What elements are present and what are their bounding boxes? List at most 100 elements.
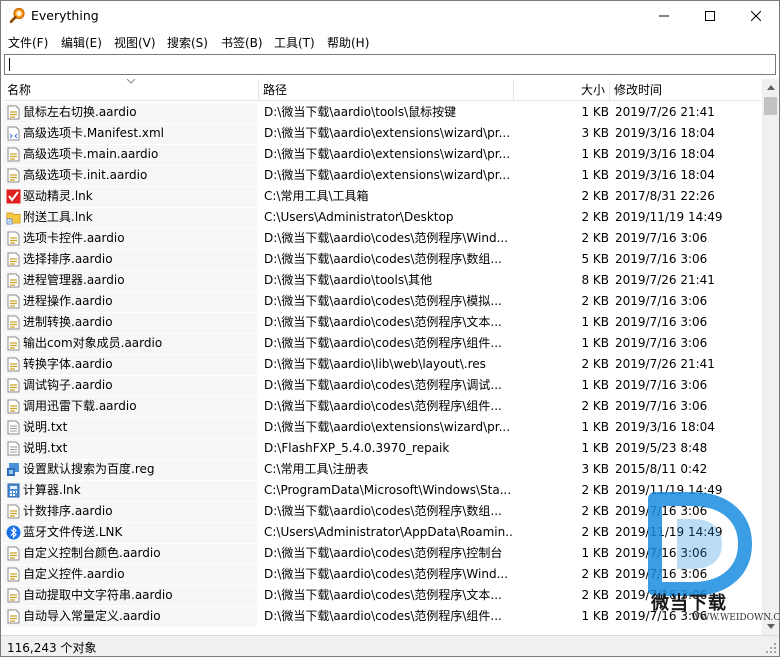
table-row[interactable]: 转换字体.aardio D:\微当下载\aardio\lib\web\layout… bbox=[3, 354, 761, 375]
bluetooth-icon bbox=[6, 525, 21, 540]
maximize-button[interactable] bbox=[687, 1, 733, 31]
script-file-icon bbox=[7, 588, 20, 603]
menu-tools[interactable]: 工具(T) bbox=[274, 34, 315, 51]
file-size: 1 KB bbox=[581, 420, 609, 434]
file-name: 进程操作.aardio bbox=[23, 294, 113, 308]
table-row[interactable]: 蓝牙文件传送.LNK C:\Users\Administrator\AppData… bbox=[3, 522, 761, 543]
file-name: 附送工具.lnk bbox=[23, 210, 93, 224]
column-header: 名称 路径 大小 修改时间 bbox=[3, 79, 761, 101]
file-size: 2 KB bbox=[581, 504, 609, 518]
table-row[interactable]: 计算器.lnk C:\ProgramData\Microsoft\Windows\… bbox=[3, 480, 761, 501]
table-row[interactable]: 自动导入常量定义.aardio D:\微当下载\aardio\codes\范例程序… bbox=[3, 606, 761, 627]
table-row[interactable]: 进制转换.aardio D:\微当下载\aardio\codes\范例程序\文本.… bbox=[3, 312, 761, 333]
menu-bar: 文件(F) 编辑(E) 视图(V) 搜索(S) 书签(B) 工具(T) 帮助(H… bbox=[1, 31, 779, 52]
table-row[interactable]: 选择排序.aardio D:\微当下载\aardio\codes\范例程序\数组.… bbox=[3, 249, 761, 270]
file-path: D:\微当下载\aardio\codes\范例程序\Wind... bbox=[264, 567, 509, 581]
file-path: D:\微当下载\aardio\codes\范例程序\Wind... bbox=[264, 231, 509, 245]
table-row[interactable]: 说明.txt D:\微当下载\aardio\extensions\wizard\p… bbox=[3, 417, 761, 438]
text-file-icon bbox=[7, 441, 20, 456]
table-row[interactable]: 自定义控件.aardio D:\微当下载\aardio\codes\范例程序\Wi… bbox=[3, 564, 761, 585]
resize-grip-icon[interactable] bbox=[765, 642, 777, 654]
watermark-url: WWW.WEIDOWN.COM bbox=[691, 613, 780, 623]
file-size: 1 KB bbox=[581, 609, 609, 623]
file-path: C:\常用工具\工具箱 bbox=[264, 189, 369, 203]
script-file-icon bbox=[7, 567, 20, 582]
vertical-scrollbar[interactable] bbox=[762, 79, 779, 635]
title-bar[interactable]: Everything bbox=[1, 1, 779, 31]
table-row[interactable]: 鼠标左右切换.aardio D:\微当下载\aardio\tools\鼠标按键 1 … bbox=[3, 102, 761, 123]
file-path: D:\微当下载\aardio\extensions\wizard\pr... bbox=[264, 168, 511, 182]
column-header-name[interactable]: 名称 bbox=[3, 79, 259, 101]
menu-search[interactable]: 搜索(S) bbox=[167, 34, 208, 51]
scrollbar-thumb[interactable] bbox=[764, 97, 777, 115]
table-row[interactable]: 调试钩子.aardio D:\微当下载\aardio\codes\范例程序\调试.… bbox=[3, 375, 761, 396]
minimize-button[interactable] bbox=[641, 1, 687, 31]
magnifier-icon bbox=[9, 7, 25, 24]
column-header-size[interactable]: 大小 bbox=[514, 79, 610, 101]
menu-view[interactable]: 视图(V) bbox=[114, 34, 156, 51]
table-row[interactable]: 高级选项卡.Manifest.xml D:\微当下载\aardio\extensi… bbox=[3, 123, 761, 144]
table-row[interactable]: 调用迅雷下载.aardio D:\微当下载\aardio\codes\范例程序\组… bbox=[3, 396, 761, 417]
column-header-path[interactable]: 路径 bbox=[259, 79, 514, 101]
file-date: 2019/5/23 8:48 bbox=[615, 441, 708, 455]
column-header-path-label: 路径 bbox=[263, 83, 288, 97]
scroll-up-button[interactable] bbox=[762, 79, 779, 96]
arrow-up-icon bbox=[766, 85, 775, 90]
text-file-icon bbox=[7, 420, 20, 435]
table-row[interactable]: 自动提取中文字符串.aardio D:\微当下载\aardio\codes\范例程… bbox=[3, 585, 761, 606]
table-row[interactable]: 选项卡控件.aardio D:\微当下载\aardio\codes\范例程序\Wi… bbox=[3, 228, 761, 249]
table-row[interactable]: 高级选项卡.init.aardio D:\微当下载\aardio\extensio… bbox=[3, 165, 761, 186]
file-size: 1 KB bbox=[581, 105, 609, 119]
file-size: 1 KB bbox=[581, 441, 609, 455]
file-size: 2 KB bbox=[581, 567, 609, 581]
table-row[interactable]: 自定义控制台颜色.aardio D:\微当下载\aardio\codes\范例程序… bbox=[3, 543, 761, 564]
table-row[interactable]: 高级选项卡.main.aardio D:\微当下载\aardio\extensio… bbox=[3, 144, 761, 165]
table-row[interactable]: 进程管理器.aardio D:\微当下载\aardio\tools\其他 8 KB 2… bbox=[3, 270, 761, 291]
file-date: 2019/7/16 3:06 bbox=[615, 546, 708, 560]
file-path: D:\微当下载\aardio\codes\范例程序\文本... bbox=[264, 588, 502, 602]
table-row[interactable]: 设置默认搜索为百度.reg C:\常用工具\注册表 3 KB 2015/8/11 0:… bbox=[3, 459, 761, 480]
file-path: D:\微当下载\aardio\codes\范例程序\组件... bbox=[264, 399, 502, 413]
menu-bookmarks[interactable]: 书签(B) bbox=[221, 34, 263, 51]
table-row[interactable]: 驱动精灵.lnk C:\常用工具\工具箱 2 KB 2017/8/31 22:26 bbox=[3, 186, 761, 207]
file-size: 1 KB bbox=[581, 315, 609, 329]
window-title: Everything bbox=[31, 8, 99, 23]
menu-help[interactable]: 帮助(H) bbox=[327, 34, 369, 51]
close-button[interactable] bbox=[733, 1, 779, 31]
script-file-icon bbox=[7, 357, 20, 372]
table-row[interactable]: 进程操作.aardio D:\微当下载\aardio\codes\范例程序\模拟.… bbox=[3, 291, 761, 312]
table-row[interactable]: 输出com对象成员.aardio D:\微当下载\aardio\codes\范例程… bbox=[3, 333, 761, 354]
calculator-shortcut-icon bbox=[7, 483, 20, 498]
file-size: 2 KB bbox=[581, 357, 609, 371]
file-date: 2019/7/16 3:06 bbox=[615, 378, 708, 392]
menu-file[interactable]: 文件(F) bbox=[8, 34, 48, 51]
file-path: C:\Users\Administrator\Desktop bbox=[264, 210, 454, 224]
search-input[interactable] bbox=[4, 54, 776, 75]
table-row[interactable]: 说明.txt D:\FlashFXP_5.4.0.3970_repaik 1 KB 2… bbox=[3, 438, 761, 459]
watermark-brand: 微当下载 bbox=[651, 593, 727, 614]
file-date: 2019/11/19 14:49 bbox=[615, 525, 723, 539]
file-date: 2019/11/19 14:49 bbox=[615, 483, 723, 497]
script-file-icon bbox=[7, 336, 20, 351]
file-name: 高级选项卡.init.aardio bbox=[23, 168, 148, 182]
file-path: C:\常用工具\注册表 bbox=[264, 462, 369, 476]
file-path: C:\ProgramData\Microsoft\Windows\Sta... bbox=[264, 483, 512, 497]
file-size: 3 KB bbox=[581, 126, 609, 140]
column-header-date[interactable]: 修改时间 bbox=[610, 79, 761, 101]
xml-file-icon bbox=[7, 126, 20, 141]
file-size: 1 KB bbox=[581, 147, 609, 161]
file-date: 2019/3/16 18:04 bbox=[615, 147, 715, 161]
file-name: 自定义控制台颜色.aardio bbox=[23, 546, 161, 560]
file-path: C:\Users\Administrator\AppData\Roamin... bbox=[264, 525, 512, 539]
file-date: 2015/8/11 0:42 bbox=[615, 462, 708, 476]
menu-edit[interactable]: 编辑(E) bbox=[61, 34, 102, 51]
table-row[interactable]: 计数排序.aardio D:\微当下载\aardio\codes\范例程序\数组.… bbox=[3, 501, 761, 522]
table-row[interactable]: 附送工具.lnk C:\Users\Administrator\Desktop 2 … bbox=[3, 207, 761, 228]
file-date: 2019/7/16 3:06 bbox=[615, 294, 708, 308]
file-size: 5 KB bbox=[581, 252, 609, 266]
file-name: 驱动精灵.lnk bbox=[23, 189, 93, 203]
file-size: 1 KB bbox=[581, 378, 609, 392]
script-file-icon bbox=[7, 315, 20, 330]
file-name: 自动导入常量定义.aardio bbox=[23, 609, 161, 623]
file-path: D:\微当下载\aardio\tools\鼠标按键 bbox=[264, 105, 457, 119]
